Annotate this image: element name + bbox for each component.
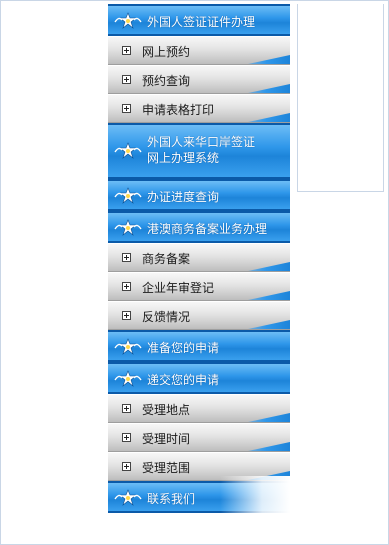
menu-item-label: 企业年审登记 [142, 281, 215, 295]
content-panel [297, 4, 384, 192]
menu-item-feedback[interactable]: 反馈情况 [108, 301, 290, 330]
plus-icon [122, 404, 131, 413]
swoosh-decoration [248, 320, 290, 329]
menu-item-label: 受理范围 [142, 461, 191, 475]
plus-icon [122, 253, 131, 262]
plus-icon [122, 462, 131, 471]
swoosh-decoration [248, 442, 290, 451]
plus-icon [122, 433, 131, 442]
swoosh-decoration [248, 84, 290, 93]
menu-item-label: 受理地点 [142, 403, 191, 417]
swoosh-decoration [248, 291, 290, 300]
menu-category-port-visa-system[interactable]: 外国人来华口岸签证 网上办理系统 [108, 123, 290, 179]
category-label-line: 网上办理系统 [147, 151, 220, 165]
menu-category-contact-us[interactable]: 联系我们 [108, 481, 290, 513]
emblem-icon [114, 142, 142, 159]
menu-category-progress-query[interactable]: 办证进度查询 [108, 179, 290, 211]
plus-icon [122, 104, 131, 113]
menu-item-label: 网上预约 [142, 45, 191, 59]
menu-category-prepare-application[interactable]: 准备您的申请 [108, 330, 290, 362]
emblem-icon [114, 489, 142, 506]
menu-item-label: 预约查询 [142, 74, 191, 88]
menu-item-label: 受理时间 [142, 432, 191, 446]
category-label: 外国人来华口岸签证 网上办理系统 [147, 134, 287, 166]
category-label-line: 外国人来华口岸签证 [147, 135, 256, 149]
emblem-icon [114, 187, 142, 204]
menu-item-online-appointment[interactable]: 网上预约 [108, 36, 290, 65]
swoosh-decoration [248, 471, 290, 480]
menu-item-annual-review[interactable]: 企业年审登记 [108, 272, 290, 301]
plus-icon [122, 46, 131, 55]
menu-item-label: 商务备案 [142, 252, 191, 266]
category-label: 联系我们 [147, 492, 196, 506]
menu-category-visa-certificates[interactable]: 外国人签证证件办理 [108, 4, 290, 36]
category-label: 外国人签证证件办理 [147, 15, 256, 29]
category-label: 港澳商务备案业务办理 [147, 222, 268, 236]
menu-item-business-record[interactable]: 商务备案 [108, 243, 290, 272]
category-label: 办证进度查询 [147, 190, 220, 204]
menu-item-hours[interactable]: 受理时间 [108, 423, 290, 452]
menu-category-submit-application[interactable]: 递交您的申请 [108, 362, 290, 394]
swoosh-decoration [248, 413, 290, 422]
plus-icon [122, 282, 131, 291]
menu-item-label: 反馈情况 [142, 310, 191, 324]
plus-icon [122, 311, 131, 320]
swoosh-decoration [248, 55, 290, 64]
menu-item-location[interactable]: 受理地点 [108, 394, 290, 423]
swoosh-decoration [248, 262, 290, 271]
emblem-icon [114, 219, 142, 236]
plus-icon [122, 75, 131, 84]
category-label: 准备您的申请 [147, 341, 220, 355]
emblem-icon [114, 12, 142, 29]
swoosh-decoration [248, 113, 290, 122]
menu-item-form-print[interactable]: 申请表格打印 [108, 94, 290, 123]
sidebar-menu: 外国人签证证件办理 网上预约 预约查询 申请表格打印 外国人来华口岸签证 网上办… [108, 4, 290, 513]
menu-item-appointment-query[interactable]: 预约查询 [108, 65, 290, 94]
emblem-icon [114, 370, 142, 387]
menu-category-hk-macau-business[interactable]: 港澳商务备案业务办理 [108, 211, 290, 243]
menu-item-label: 申请表格打印 [142, 103, 215, 117]
category-label: 递交您的申请 [147, 373, 220, 387]
emblem-icon [114, 338, 142, 355]
menu-item-scope[interactable]: 受理范围 [108, 452, 290, 481]
